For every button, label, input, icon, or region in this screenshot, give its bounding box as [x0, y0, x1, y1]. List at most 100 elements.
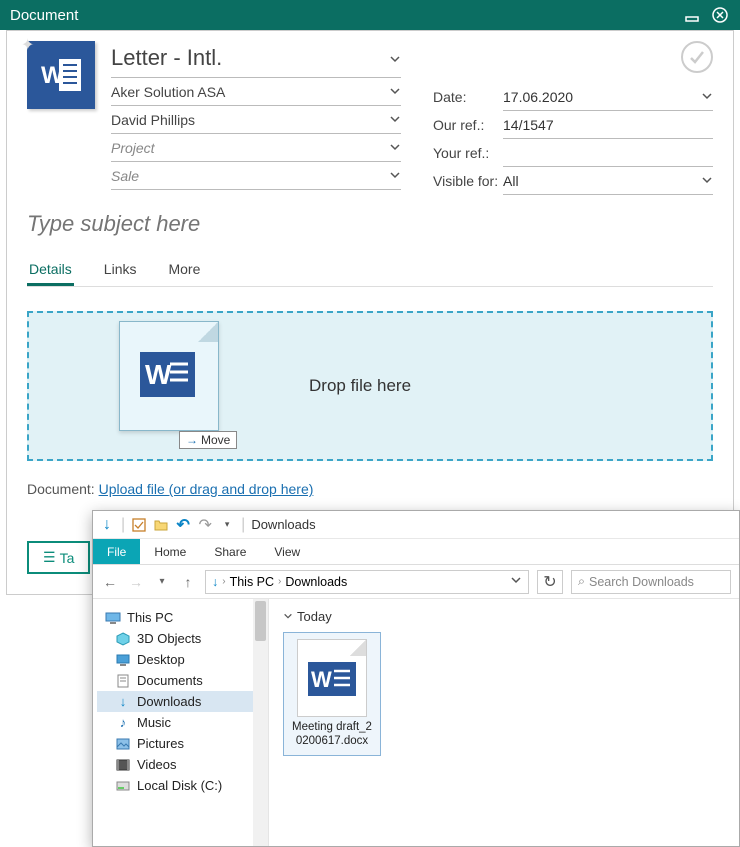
- videos-icon: [115, 758, 131, 772]
- star-icon: ✦: [21, 35, 34, 55]
- down-arrow-icon[interactable]: ↓: [99, 517, 115, 533]
- group-today[interactable]: Today: [283, 609, 725, 624]
- contact-field[interactable]: David Phillips: [111, 106, 401, 134]
- visible-field[interactable]: All: [503, 167, 713, 195]
- search-icon: ⌕: [578, 574, 585, 589]
- svg-text:W: W: [145, 359, 172, 390]
- tree-pictures[interactable]: Pictures: [97, 733, 264, 754]
- documents-icon: [115, 674, 131, 688]
- tree-localdisk[interactable]: Local Disk (C:): [97, 775, 264, 796]
- visible-label: Visible for:: [433, 173, 503, 189]
- sale-field[interactable]: Sale: [111, 162, 401, 190]
- tree-downloads[interactable]: ↓ Downloads: [97, 691, 264, 712]
- download-icon: ↓: [115, 695, 131, 709]
- tab-links[interactable]: Links: [102, 255, 139, 286]
- explorer-nav: ← → ▾ ↑ ↓ › This PC › Downloads ↻ ⌕ Sear…: [93, 565, 739, 599]
- yourref-field[interactable]: [503, 139, 713, 167]
- chevron-down-icon: [389, 84, 401, 100]
- tree-desktop[interactable]: Desktop: [97, 649, 264, 670]
- computer-icon: [105, 611, 121, 625]
- explorer-ribbon: File Home Share View: [93, 539, 739, 565]
- template-selector[interactable]: Letter - Intl.: [111, 41, 401, 78]
- dropzone-text: Drop file here: [309, 376, 411, 396]
- project-placeholder: Project: [111, 140, 155, 156]
- tree-scrollbar[interactable]: [253, 599, 268, 846]
- nav-forward: →: [127, 574, 145, 590]
- document-type-icon: ✦ W: [27, 41, 99, 113]
- redo-icon[interactable]: ↷: [197, 517, 213, 533]
- tab-details[interactable]: Details: [27, 255, 74, 286]
- file-name: Meeting draft_20200617.docx: [290, 721, 374, 749]
- undo-icon[interactable]: ↶: [175, 517, 191, 533]
- file-explorer-window: ↓ | ↶ ↷ ▾ | Downloads File Home Share Vi…: [92, 510, 740, 847]
- tree-videos[interactable]: Videos: [97, 754, 264, 775]
- ribbon-share[interactable]: Share: [200, 539, 260, 564]
- menu-icon: ☰: [43, 549, 56, 566]
- nav-back[interactable]: ←: [101, 574, 119, 590]
- document-line: Document: Upload file (or drag and drop …: [27, 481, 713, 497]
- chevron-down-icon: [701, 173, 713, 189]
- tree-music[interactable]: ♪ Music: [97, 712, 264, 733]
- company-field[interactable]: Aker Solution ASA: [111, 78, 401, 106]
- pictures-icon: [115, 737, 131, 751]
- ribbon-view[interactable]: View: [260, 539, 314, 564]
- template-name: Letter - Intl.: [111, 45, 222, 71]
- explorer-title: Downloads: [251, 517, 315, 532]
- disk-icon: [115, 779, 131, 793]
- close-icon[interactable]: [710, 5, 730, 25]
- minimize-icon[interactable]: [682, 5, 702, 25]
- svg-text:W: W: [311, 667, 332, 692]
- desktop-icon: [115, 653, 131, 667]
- nav-up[interactable]: ↑: [179, 574, 197, 590]
- chevron-down-icon: [283, 609, 293, 624]
- file-tile[interactable]: W Meeting draft_20200617.docx: [283, 632, 381, 756]
- completed-toggle[interactable]: [681, 41, 713, 73]
- document-label: Document:: [27, 481, 95, 497]
- music-icon: ♪: [115, 716, 131, 730]
- chevron-down-icon: [701, 89, 713, 105]
- tab-more[interactable]: More: [166, 255, 202, 286]
- dragged-file-preview: W: [119, 321, 219, 431]
- chevron-down-icon[interactable]: [510, 574, 522, 589]
- explorer-titlebar: ↓ | ↶ ↷ ▾ | Downloads: [93, 511, 739, 539]
- yourref-label: Your ref.:: [433, 145, 503, 161]
- tree-3dobjects[interactable]: 3D Objects: [97, 628, 264, 649]
- address-bar[interactable]: ↓ › This PC › Downloads: [205, 570, 529, 594]
- svg-text:W: W: [41, 62, 64, 89]
- sale-placeholder: Sale: [111, 168, 139, 184]
- chevron-down-icon: [389, 45, 401, 71]
- ourref-field[interactable]: 14/1547: [503, 111, 713, 139]
- project-field[interactable]: Project: [111, 134, 401, 162]
- subject-input[interactable]: [27, 211, 713, 237]
- company-value: Aker Solution ASA: [111, 84, 225, 100]
- nav-recent-dropdown[interactable]: ▾: [153, 576, 171, 587]
- ribbon-file[interactable]: File: [93, 539, 140, 564]
- explorer-content: Today W Meeting draft_20200617.docx: [269, 599, 739, 846]
- chevron-down-icon: [389, 168, 401, 184]
- refresh-button[interactable]: ↻: [537, 570, 563, 594]
- ribbon-home[interactable]: Home: [140, 539, 200, 564]
- ourref-label: Our ref.:: [433, 117, 503, 133]
- date-label: Date:: [433, 89, 503, 105]
- move-badge: → Move: [179, 431, 237, 449]
- upload-link[interactable]: Upload file (or drag and drop here): [99, 481, 314, 497]
- arrow-right-icon: →: [186, 433, 198, 447]
- folder-icon[interactable]: [153, 517, 169, 533]
- search-input[interactable]: ⌕ Search Downloads: [571, 570, 731, 594]
- cube-icon: [115, 632, 131, 646]
- explorer-tree: This PC 3D Objects Desktop Documents ↓ D…: [93, 599, 269, 846]
- tree-thispc[interactable]: This PC: [97, 607, 264, 628]
- dropdown-icon[interactable]: ▾: [219, 517, 235, 533]
- dropzone[interactable]: W → Move Drop file here: [27, 311, 713, 461]
- chevron-down-icon: [389, 140, 401, 156]
- task-button[interactable]: ☰ Ta: [27, 541, 90, 574]
- date-field[interactable]: 17.06.2020: [503, 83, 713, 111]
- chevron-down-icon: [389, 112, 401, 128]
- tabs: Details Links More: [27, 255, 713, 287]
- down-arrow-icon: ↓: [212, 575, 218, 589]
- tree-documents[interactable]: Documents: [97, 670, 264, 691]
- window-titlebar: Document: [0, 0, 740, 30]
- checkbox-icon[interactable]: [131, 517, 147, 533]
- window-title: Document: [10, 7, 78, 24]
- contact-value: David Phillips: [111, 112, 195, 128]
